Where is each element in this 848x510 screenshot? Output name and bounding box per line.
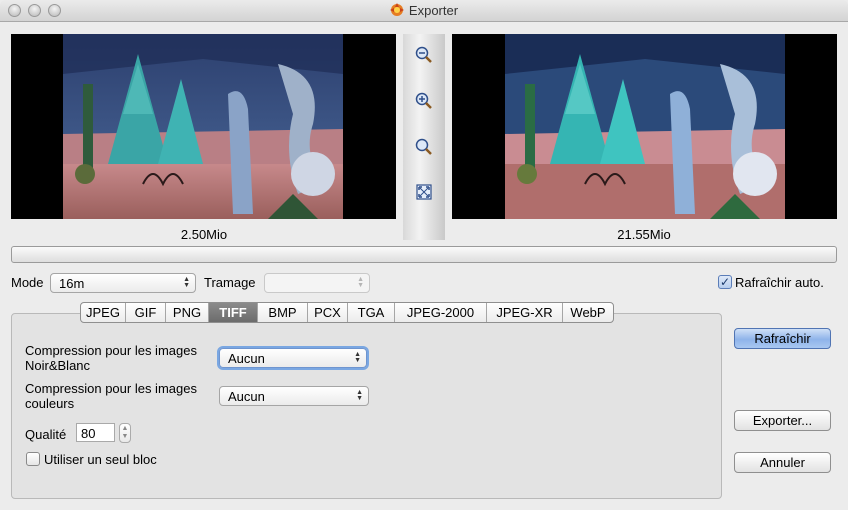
zoom-out-button[interactable]	[414, 45, 434, 65]
single-block-checkbox[interactable]	[26, 452, 40, 466]
zoom-actual-icon	[415, 138, 432, 155]
quality-label: Qualité	[25, 427, 67, 442]
window-title: Exporter	[408, 3, 459, 18]
tab-png[interactable]: PNG	[166, 303, 209, 322]
select-arrows-icon: ▲ ▼	[357, 276, 364, 289]
checkmark-icon: ✓	[719, 275, 731, 289]
color-compression-label: Compression pour les images couleurs	[25, 381, 197, 411]
mode-label: Mode	[11, 275, 44, 290]
single-block-label: Utiliser un seul bloc	[44, 452, 157, 467]
original-preview[interactable]	[11, 34, 396, 219]
window-title-wrap: Exporter	[0, 3, 848, 18]
select-arrows-icon: ▲ ▼	[354, 351, 361, 364]
stepper-arrows-icon: ▲ ▼	[121, 425, 129, 440]
app-icon	[389, 3, 404, 16]
color-compression-select[interactable]: Aucun ▲ ▼	[219, 386, 369, 406]
zoom-actual-size-button[interactable]	[414, 137, 434, 157]
color-compression-label-line1: Compression pour les images	[25, 381, 197, 396]
tramage-label: Tramage	[204, 275, 256, 290]
color-compression-value: Aucun	[228, 389, 265, 404]
exported-preview[interactable]	[452, 34, 837, 219]
select-arrows-icon: ▲ ▼	[183, 276, 190, 289]
zoom-toolbar	[403, 34, 445, 240]
original-size-label: 2.50Mio	[180, 227, 228, 242]
auto-refresh-label: Rafraîchir auto.	[735, 275, 824, 290]
tab-jpeg-xr[interactable]: JPEG-XR	[487, 303, 563, 322]
tab-gif[interactable]: GIF	[126, 303, 166, 322]
bw-compression-label-line1: Compression pour les images	[25, 343, 197, 358]
color-compression-label-line2: couleurs	[25, 396, 75, 411]
zoom-out-icon	[415, 46, 432, 63]
bw-compression-label-line2: Noir&Blanc	[25, 358, 91, 373]
zoom-in-button[interactable]	[414, 91, 434, 111]
select-arrows-icon: ▲ ▼	[356, 389, 363, 402]
exported-size-label: 21.55Mio	[617, 227, 671, 242]
zoom-in-icon	[415, 92, 432, 109]
tab-tga[interactable]: TGA	[348, 303, 395, 322]
mode-select[interactable]: 16m ▲ ▼	[50, 273, 196, 293]
cancel-button[interactable]: Annuler	[734, 452, 831, 473]
preview-artwork-exported	[505, 34, 785, 219]
preview-artwork-original	[63, 34, 343, 219]
fit-screen-icon	[416, 184, 432, 200]
quality-input[interactable]: 80	[76, 423, 115, 442]
export-button[interactable]: Exporter...	[734, 410, 831, 431]
title-bar: Exporter	[0, 0, 848, 22]
tab-jpeg[interactable]: JPEG	[81, 303, 126, 322]
bw-compression-select[interactable]: Aucun ▲ ▼	[219, 348, 367, 368]
format-tabs: JPEG GIF PNG TIFF BMP PCX TGA JPEG-2000 …	[80, 302, 614, 323]
quality-stepper[interactable]: ▲ ▼	[119, 423, 131, 443]
tab-webp[interactable]: WebP	[563, 303, 613, 322]
tab-tiff[interactable]: TIFF	[209, 303, 258, 322]
bw-compression-value: Aucun	[228, 351, 265, 366]
fit-to-window-button[interactable]	[414, 182, 434, 202]
auto-refresh-checkbox[interactable]: ✓	[718, 275, 732, 289]
refresh-button[interactable]: Rafraîchir	[734, 328, 831, 349]
export-progress-bar	[11, 246, 837, 263]
mode-select-value: 16m	[59, 276, 85, 291]
tab-pcx[interactable]: PCX	[308, 303, 348, 322]
bw-compression-label: Compression pour les images Noir&Blanc	[25, 343, 197, 373]
tab-jpeg-2000[interactable]: JPEG-2000	[395, 303, 487, 322]
tramage-select[interactable]: ▲ ▼	[264, 273, 370, 293]
tab-bmp[interactable]: BMP	[258, 303, 308, 322]
